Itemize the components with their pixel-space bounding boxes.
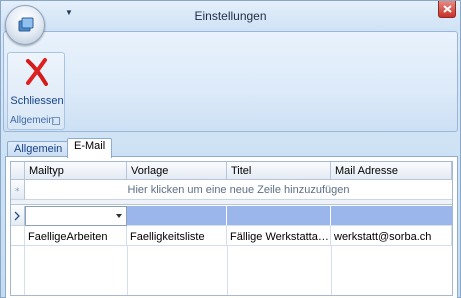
- titel-cell[interactable]: [227, 206, 331, 226]
- tab-strip: Allgemein E-Mail: [1, 138, 461, 158]
- tab-email[interactable]: E-Mail: [67, 138, 113, 158]
- column-divider: [331, 246, 332, 295]
- column-header-titel[interactable]: Titel: [227, 162, 331, 180]
- new-row-star-icon: *: [11, 180, 25, 200]
- cell-mailtyp[interactable]: FaelligeArbeiten: [25, 226, 127, 246]
- dropdown-arrow-icon[interactable]: [116, 214, 122, 218]
- cell-vorlage[interactable]: Faelligkeitsliste: [127, 226, 227, 246]
- column-header-mail-adresse[interactable]: Mail Adresse: [331, 162, 452, 180]
- row-indicator: [11, 226, 25, 246]
- close-x-icon: [26, 58, 48, 86]
- svg-text:*: *: [15, 187, 20, 197]
- quick-access-arrow-icon[interactable]: ▼: [64, 8, 74, 18]
- current-row-arrow-icon: [11, 206, 25, 226]
- email-panel: Mailtyp Vorlage Titel Mail Adresse * Hie…: [5, 156, 458, 298]
- mail-grid: Mailtyp Vorlage Titel Mail Adresse * Hie…: [10, 161, 453, 296]
- empty-indicator-area: [11, 246, 25, 295]
- column-divider: [227, 246, 228, 295]
- close-window-icon[interactable]: [438, 1, 456, 18]
- new-row[interactable]: * Hier klicken um eine neue Zeile hinzuz…: [11, 180, 452, 200]
- cell-titel[interactable]: Fällige Werkstattar…: [227, 226, 331, 246]
- vorlage-cell[interactable]: [127, 206, 227, 226]
- close-button[interactable]: Schliessen: [10, 55, 64, 109]
- group-caption: Allgemein: [10, 115, 54, 126]
- mail-adresse-cell[interactable]: [331, 206, 452, 226]
- ribbon-group-allgemein: Schliessen Allgemein: [7, 52, 65, 130]
- cell-mail-adresse[interactable]: werkstatt@sorba.ch: [331, 226, 452, 246]
- column-header-mailtyp[interactable]: Mailtyp: [25, 162, 127, 180]
- title-bar: Einstellungen ▼: [1, 1, 460, 31]
- app-orb-icon[interactable]: [5, 5, 45, 45]
- table-row[interactable]: FaelligeArbeiten Faelligkeitsliste Fälli…: [11, 226, 452, 246]
- mailtyp-dropdown[interactable]: [25, 206, 127, 226]
- edit-row[interactable]: [11, 206, 452, 226]
- settings-window: Einstellungen ▼ Schliessen Allgemein All…: [0, 0, 461, 298]
- dialog-launcher-icon[interactable]: [52, 117, 60, 125]
- column-header-vorlage[interactable]: Vorlage: [127, 162, 227, 180]
- new-row-hint[interactable]: Hier klicken um eine neue Zeile hinzuzuf…: [25, 180, 452, 200]
- close-button-label: Schliessen: [10, 95, 64, 107]
- header-corner: [11, 162, 25, 180]
- grid-separator: [11, 200, 452, 205]
- ribbon: Schliessen Allgemein: [3, 31, 458, 132]
- column-divider: [127, 246, 128, 295]
